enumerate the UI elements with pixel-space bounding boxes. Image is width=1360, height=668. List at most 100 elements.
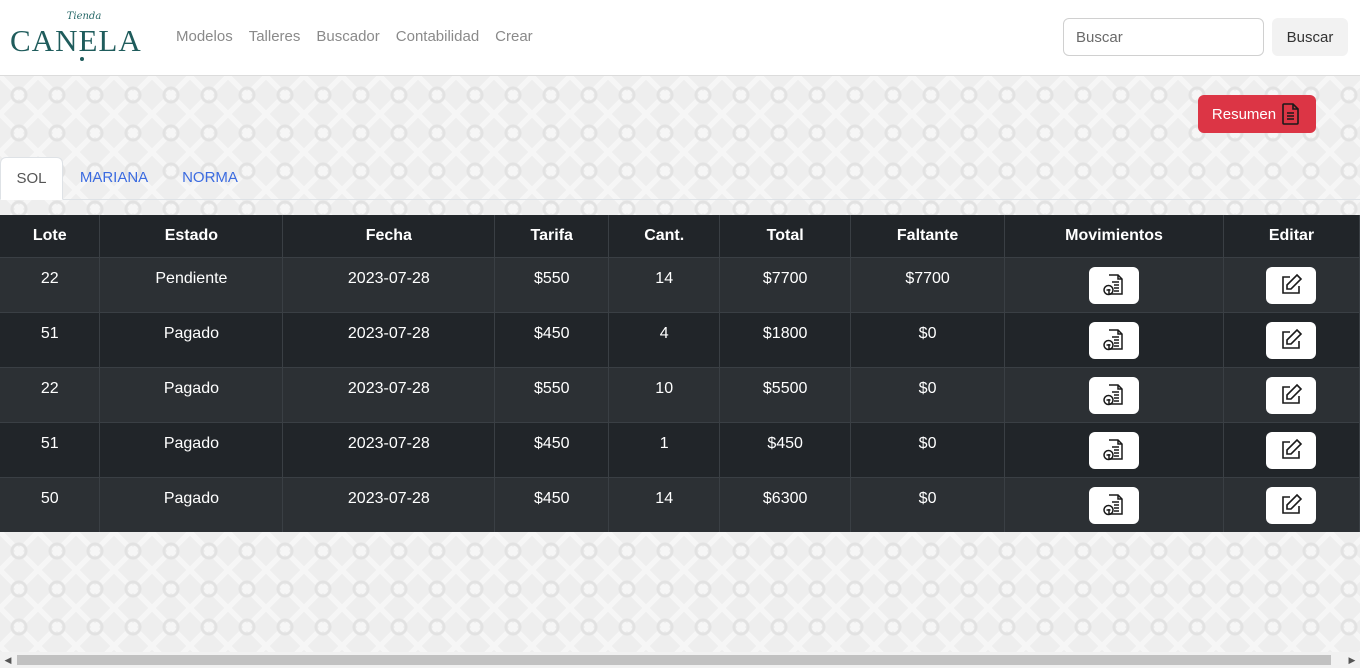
cell-total: $7700 — [719, 256, 852, 312]
cell-estado: Pagado — [99, 366, 284, 422]
cell-movimientos — [1004, 421, 1224, 477]
column-header-tarifa: Tarifa — [494, 215, 610, 257]
column-header-faltante: Faltante — [850, 215, 1006, 257]
table-row: 22 Pendiente 2023-07-28 $550 14 $7700 $7… — [0, 256, 1360, 312]
cell-editar — [1223, 256, 1360, 312]
document-payment-icon — [1103, 274, 1123, 296]
edit-pencil-icon — [1282, 383, 1303, 404]
table-row: 50 Pagado 2023-07-28 $450 14 $6300 $0 — [0, 476, 1360, 532]
nav-link-contabilidad[interactable]: Contabilidad — [396, 27, 479, 47]
cell-faltante: $7700 — [850, 256, 1006, 312]
cell-tarifa: $450 — [494, 476, 610, 532]
cell-lote: 51 — [0, 311, 101, 367]
cell-cant: 4 — [608, 311, 721, 367]
cell-editar — [1223, 476, 1360, 532]
nav-link-buscador[interactable]: Buscador — [316, 27, 379, 47]
nav-link-modelos[interactable]: Modelos — [176, 27, 233, 47]
column-header-lote: Lote — [0, 215, 101, 257]
column-header-total: Total — [719, 215, 852, 257]
edit-button[interactable] — [1266, 321, 1317, 359]
nav-link-talleres[interactable]: Talleres — [249, 27, 301, 47]
navbar: Tienda CANELA Modelos Talleres Buscador … — [0, 0, 1360, 76]
cell-fecha: 2023-07-28 — [282, 256, 496, 312]
edit-button[interactable] — [1266, 376, 1317, 414]
search-button[interactable]: Buscar — [1272, 18, 1348, 56]
cell-faltante: $0 — [850, 421, 1006, 477]
cell-total: $1800 — [719, 311, 852, 367]
nav-links: Modelos Talleres Buscador Contabilidad C… — [176, 27, 549, 47]
tab-norma[interactable]: NORMA — [164, 157, 256, 200]
cell-movimientos — [1004, 256, 1224, 312]
cell-editar — [1223, 366, 1360, 422]
cell-lote: 51 — [0, 421, 101, 477]
edit-button[interactable] — [1266, 486, 1317, 524]
cell-estado: Pagado — [99, 421, 284, 477]
cell-tarifa: $450 — [494, 421, 610, 477]
cell-tarifa: $450 — [494, 311, 610, 367]
cell-tarifa: $550 — [494, 256, 610, 312]
cell-total: $5500 — [719, 366, 852, 422]
document-payment-icon — [1103, 384, 1123, 406]
search-input[interactable] — [1063, 18, 1264, 56]
tab-sol[interactable]: SOL — [0, 157, 63, 200]
cell-cant: 14 — [608, 476, 721, 532]
cell-fecha: 2023-07-28 — [282, 366, 496, 422]
column-header-cant: Cant. — [608, 215, 721, 257]
brand-logo[interactable]: Tienda CANELA — [10, 10, 155, 64]
tab-mariana[interactable]: MARIANA — [64, 157, 164, 200]
cell-fecha: 2023-07-28 — [282, 476, 496, 532]
lotes-table: Lote Estado Fecha Tarifa Cant. Total Fal… — [0, 215, 1360, 532]
resumen-label: Resumen — [1211, 105, 1277, 123]
horizontal-scrollbar[interactable]: ◀ ▶ — [0, 652, 1360, 668]
cell-tarifa: $550 — [494, 366, 610, 422]
cell-fecha: 2023-07-28 — [282, 311, 496, 367]
column-header-editar: Editar — [1223, 215, 1360, 257]
nav-link-crear[interactable]: Crear — [495, 27, 533, 47]
logo-title: CANELA — [10, 23, 142, 58]
edit-button[interactable] — [1266, 266, 1317, 304]
document-payment-icon — [1103, 494, 1123, 516]
cell-estado: Pagado — [99, 311, 284, 367]
cell-cant: 1 — [608, 421, 721, 477]
logo-subtitle: Tienda — [66, 11, 102, 22]
cell-faltante: $0 — [850, 366, 1006, 422]
cell-movimientos — [1004, 311, 1224, 367]
movimientos-button[interactable] — [1089, 321, 1139, 359]
cell-editar — [1223, 421, 1360, 477]
cell-estado: Pendiente — [99, 256, 284, 312]
edit-pencil-icon — [1282, 493, 1303, 514]
table-row: 22 Pagado 2023-07-28 $550 10 $5500 $0 — [0, 366, 1360, 422]
cell-faltante: $0 — [850, 476, 1006, 532]
document-text-icon — [1282, 103, 1299, 125]
document-payment-icon — [1103, 329, 1123, 351]
cell-estado: Pagado — [99, 476, 284, 532]
cell-editar — [1223, 311, 1360, 367]
cell-movimientos — [1004, 476, 1224, 532]
cell-movimientos — [1004, 366, 1224, 422]
edit-pencil-icon — [1282, 438, 1303, 459]
table-row: 51 Pagado 2023-07-28 $450 4 $1800 $0 — [0, 311, 1360, 367]
document-payment-icon — [1103, 439, 1123, 461]
column-header-estado: Estado — [99, 215, 284, 257]
cell-cant: 14 — [608, 256, 721, 312]
edit-button[interactable] — [1266, 431, 1317, 469]
column-header-movimientos: Movimientos — [1004, 215, 1224, 257]
movimientos-button[interactable] — [1089, 486, 1139, 524]
movimientos-button[interactable] — [1089, 431, 1139, 469]
scroll-right-icon[interactable]: ▶ — [1344, 652, 1360, 668]
cell-lote: 22 — [0, 366, 101, 422]
logo-dot — [80, 57, 84, 61]
table-header-row: Lote Estado Fecha Tarifa Cant. Total Fal… — [0, 215, 1360, 257]
table-row: 51 Pagado 2023-07-28 $450 1 $450 $0 — [0, 421, 1360, 477]
scrollbar-thumb[interactable] — [17, 655, 1331, 665]
resumen-button[interactable]: Resumen — [1198, 95, 1316, 133]
scroll-left-icon[interactable]: ◀ — [0, 652, 16, 668]
cell-faltante: $0 — [850, 311, 1006, 367]
movimientos-button[interactable] — [1089, 376, 1139, 414]
cell-fecha: 2023-07-28 — [282, 421, 496, 477]
edit-pencil-icon — [1282, 328, 1303, 349]
cell-total: $6300 — [719, 476, 852, 532]
column-header-fecha: Fecha — [282, 215, 496, 257]
workshop-tabs: SOL MARIANA NORMA — [0, 157, 1360, 200]
movimientos-button[interactable] — [1089, 266, 1139, 304]
